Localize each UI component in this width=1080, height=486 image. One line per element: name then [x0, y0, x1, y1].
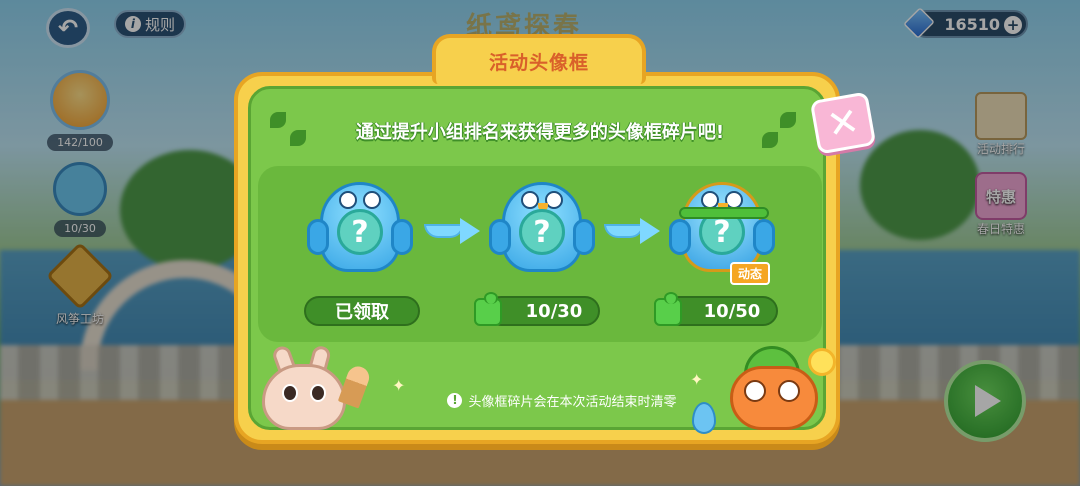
carrot-body: [730, 366, 818, 430]
wing: [573, 219, 595, 255]
leaf-decoration: [780, 112, 796, 128]
animated-tag: 动态: [730, 262, 771, 285]
reset-notice: ! 头像框碎片会在本次活动结束时清零: [412, 388, 712, 412]
flower-icon: [808, 348, 836, 376]
bunny-eye: [282, 384, 298, 402]
upgrade-arrow-icon: [424, 218, 480, 244]
leaf-wreath: [679, 207, 769, 219]
question-mark-icon: ?: [519, 209, 565, 255]
close-button[interactable]: ✕: [809, 91, 877, 155]
leaf-decoration: [270, 112, 286, 128]
upgrade-arrow-icon: [604, 218, 660, 244]
stage-1-frame: ?: [306, 180, 414, 280]
bunny-head: [262, 364, 346, 430]
carrot-eye: [744, 380, 766, 402]
carrot-eye: [778, 380, 800, 402]
sparkle-icon: ✦: [392, 376, 406, 395]
warning-icon: !: [447, 392, 463, 408]
wing: [391, 219, 413, 255]
stage-3-status-text: 10/50: [703, 300, 761, 322]
stage-2-status: 10/30: [486, 296, 600, 326]
water-drop-character: [692, 402, 716, 434]
stage-2-status-text: 10/30: [525, 300, 583, 322]
reset-notice-text: 头像框碎片会在本次活动结束时清零: [468, 394, 677, 410]
modal-subtitle: 通过提升小组排名来获得更多的头像框碎片吧!: [355, 122, 725, 143]
owl-frame-animated-icon: ?: [669, 182, 775, 272]
wing: [307, 219, 329, 255]
modal-title: 活动头像框: [488, 51, 589, 74]
owl-frame-icon: ?: [307, 182, 413, 272]
modal-title-tab: 活动头像框: [432, 34, 646, 84]
stage-2-frame: ?: [488, 180, 596, 280]
wing: [753, 219, 775, 255]
stage-1-status-text: 已领取: [335, 302, 389, 323]
question-mark-icon: ?: [337, 209, 383, 255]
puzzle-piece-icon: [474, 292, 502, 326]
wing: [489, 219, 511, 255]
sparkle-icon: ✦: [690, 370, 704, 389]
wing: [669, 219, 691, 255]
puzzle-piece-icon: [654, 292, 682, 326]
bunny-character: [262, 343, 350, 430]
stage-1-status: 已领取: [304, 296, 420, 326]
owl-frame-icon: ?: [489, 182, 595, 272]
bunny-eye: [310, 384, 326, 402]
close-icon: ✕: [823, 98, 863, 148]
eyes: [339, 191, 381, 209]
